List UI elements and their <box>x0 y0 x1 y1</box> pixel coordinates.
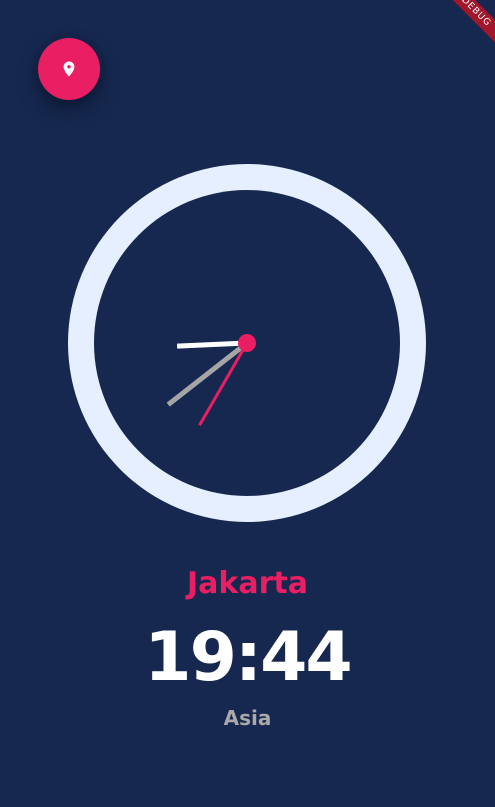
clock-center-dot <box>238 334 256 352</box>
city-name: Jakarta <box>187 566 308 601</box>
digital-time: 19:44 <box>144 618 352 697</box>
debug-banner-label: DEBUG <box>438 0 495 50</box>
location-button[interactable] <box>38 38 100 100</box>
location-pin-icon <box>63 61 75 77</box>
clock-screen: DEBUG Jakarta 19:44 Asia <box>0 0 495 807</box>
minute-hand <box>176 340 248 349</box>
debug-banner: DEBUG <box>435 0 495 60</box>
analog-clock <box>68 164 426 522</box>
region-name: Asia <box>223 706 272 730</box>
